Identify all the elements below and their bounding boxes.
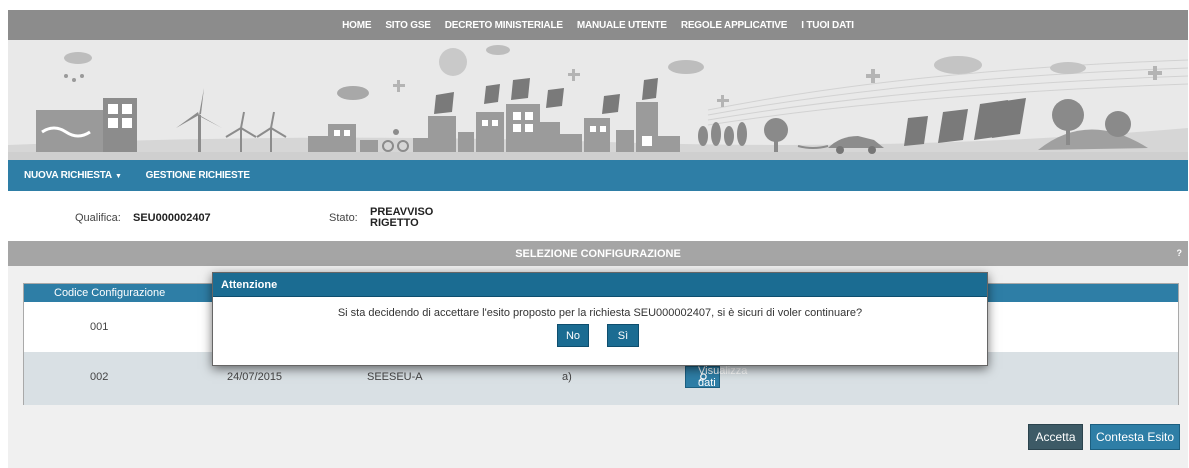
main-menu: NUOVA RICHIESTA ▼ GESTIONE RICHIESTE bbox=[8, 160, 1188, 191]
request-info: Qualifica: SEU000002407 Stato: PREAVVISO… bbox=[8, 191, 1188, 241]
city-energy-illustration bbox=[8, 45, 1188, 160]
dialog-message: Si sta decidendo di accettare l'esito pr… bbox=[337, 307, 863, 319]
stato-label: Stato: bbox=[329, 212, 358, 224]
help-icon[interactable]: ? bbox=[1177, 248, 1183, 258]
no-button[interactable]: No bbox=[557, 324, 589, 347]
si-button[interactable]: Sì bbox=[607, 324, 639, 347]
cell-data: 24/07/2015 bbox=[227, 371, 283, 383]
accetta-button[interactable]: Accetta bbox=[1028, 424, 1083, 450]
visualizza-dati-button[interactable]: Visualizza dati bbox=[685, 365, 747, 389]
header-codice-configurazione: Codice Configurazione bbox=[54, 287, 166, 299]
cell-lettera: a) bbox=[562, 371, 572, 383]
nav-home[interactable]: HOME bbox=[342, 20, 371, 31]
menu-gestione-richieste[interactable]: GESTIONE RICHIESTE bbox=[134, 170, 262, 181]
caret-down-icon: ▼ bbox=[114, 173, 122, 180]
nav-regole-applicative[interactable]: REGOLE APPLICATIVE bbox=[681, 20, 788, 31]
dialog-title: Attenzione bbox=[213, 273, 987, 297]
nav-tuoi-dati[interactable]: I TUOI DATI bbox=[801, 20, 854, 31]
nav-manuale-utente[interactable]: MANUALE UTENTE bbox=[577, 20, 667, 31]
section-title: SELEZIONE CONFIGURAZIONE bbox=[8, 241, 1188, 266]
cell-codice: 001 bbox=[90, 321, 109, 333]
cell-tipo: SEESEU-A bbox=[367, 371, 423, 383]
cell-codice: 002 bbox=[90, 371, 109, 383]
confirm-dialog: Attenzione Si sta decidendo di accettare… bbox=[212, 272, 988, 366]
menu-nuova-richiesta[interactable]: NUOVA RICHIESTA ▼ bbox=[12, 170, 134, 181]
nav-decreto-ministeriale[interactable]: DECRETO MINISTERIALE bbox=[445, 20, 563, 31]
contesta-esito-button[interactable]: Contesta Esito bbox=[1090, 424, 1180, 450]
nav-sito-gse[interactable]: SITO GSE bbox=[385, 20, 431, 31]
visualizza-dati-label: Visualizza dati bbox=[698, 365, 748, 389]
qualifica-label: Qualifica: bbox=[75, 212, 121, 224]
qualifica-value: SEU000002407 bbox=[133, 212, 211, 224]
stato-value-line2: RIGETTO bbox=[370, 217, 419, 229]
menu-nuova-richiesta-label: NUOVA RICHIESTA bbox=[24, 170, 112, 181]
top-nav: HOME SITO GSE DECRETO MINISTERIALE MANUA… bbox=[8, 10, 1188, 40]
header-banner bbox=[8, 40, 1188, 160]
